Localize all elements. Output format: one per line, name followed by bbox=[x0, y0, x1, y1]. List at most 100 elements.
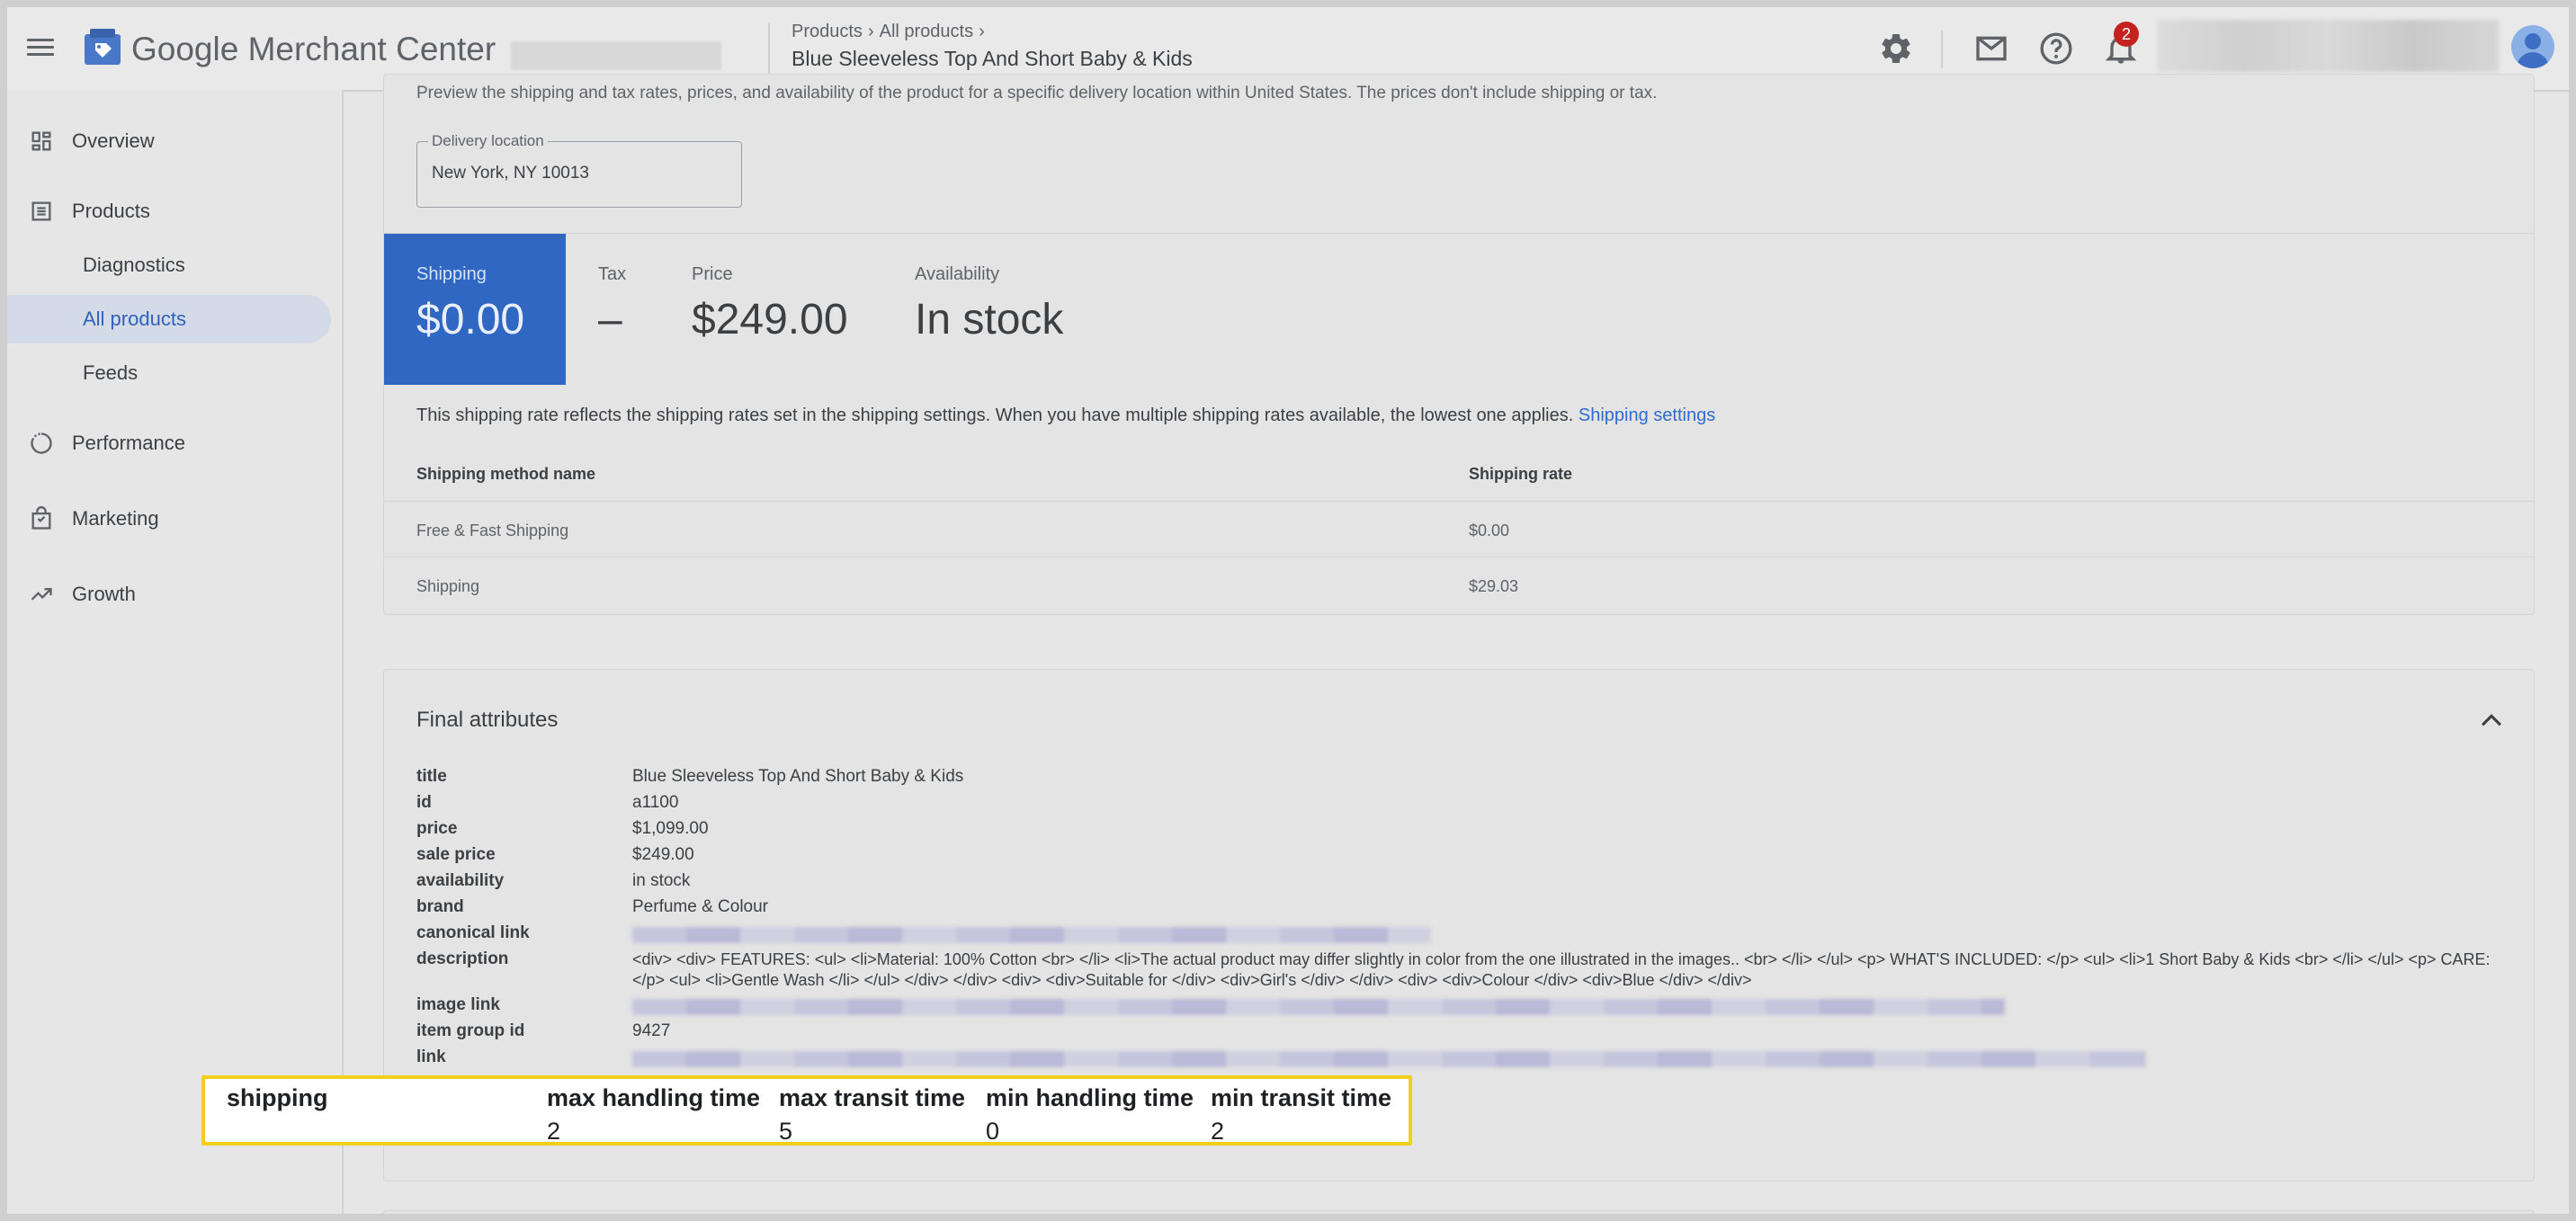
app-name: Google Merchant Center bbox=[131, 31, 496, 67]
avatar[interactable] bbox=[2511, 25, 2554, 68]
attribute-key: image link bbox=[416, 995, 500, 1014]
link-redacted[interactable] bbox=[632, 1051, 2145, 1067]
shipping-rate-note: This shipping rate reflects the shipping… bbox=[416, 406, 1715, 426]
table-row: Free & Fast Shipping $0.00 bbox=[384, 502, 2534, 557]
sidebar-item-performance[interactable]: Performance bbox=[7, 419, 331, 468]
attribute-key: sale price bbox=[416, 845, 496, 864]
attribute-value: a1100 bbox=[632, 793, 679, 812]
price-summary: Shipping $0.00 Tax – Price $249.00 Avail… bbox=[384, 233, 2534, 385]
sidebar-item-all-products[interactable]: All products bbox=[7, 295, 331, 343]
sidebar-item-label: Performance bbox=[72, 432, 185, 454]
callout-column: max transit time 5 bbox=[779, 1084, 965, 1145]
callout-value: 2 bbox=[547, 1118, 561, 1145]
notification-badge: 2 bbox=[2114, 22, 2139, 47]
chevron-up-icon[interactable] bbox=[2476, 706, 2507, 736]
attribute-value: $1,099.00 bbox=[632, 819, 709, 838]
sidebar-item-label: Feeds bbox=[83, 361, 139, 384]
merchant-center-logo bbox=[85, 29, 121, 65]
stat-value: $249.00 bbox=[692, 296, 848, 343]
callout-label: shipping bbox=[227, 1084, 327, 1112]
attribute-key: availability bbox=[416, 871, 505, 890]
header-divider bbox=[768, 23, 770, 74]
page-title: Blue Sleeveless Top And Short Baby & Kid… bbox=[792, 47, 1193, 70]
stat-shipping[interactable]: Shipping $0.00 bbox=[384, 234, 566, 385]
method-rate: $0.00 bbox=[1469, 521, 1510, 539]
attribute-value: Blue Sleeveless Top And Short Baby & Kid… bbox=[632, 767, 964, 786]
section-title: Final attributes bbox=[416, 708, 559, 732]
sidebar-item-products[interactable]: Products bbox=[7, 187, 331, 236]
sidebar-item-label: Overview bbox=[72, 129, 155, 152]
attribute-key: description bbox=[416, 949, 509, 968]
callout-header: max handling time bbox=[547, 1084, 761, 1111]
delivery-location-value: New York, NY 10013 bbox=[432, 164, 589, 183]
stat-label: Tax bbox=[598, 264, 627, 284]
sidebar-item-overview[interactable]: Overview bbox=[7, 117, 331, 165]
attribute-value: 9427 bbox=[632, 1021, 671, 1040]
callout-header: min transit time bbox=[1211, 1084, 1392, 1111]
header-divider-2 bbox=[1941, 31, 1943, 68]
rate-note-text: This shipping rate reflects the shipping… bbox=[416, 406, 1574, 425]
method-name: Free & Fast Shipping bbox=[416, 521, 569, 539]
table-row: Shipping $29.03 bbox=[384, 557, 2534, 612]
mail-icon[interactable] bbox=[1973, 31, 2009, 67]
canonical-link-redacted[interactable] bbox=[632, 927, 1431, 943]
callout-value: 0 bbox=[986, 1118, 1000, 1145]
list-icon bbox=[31, 201, 51, 221]
shipping-settings-link[interactable]: Shipping settings bbox=[1579, 406, 1715, 425]
gear-icon[interactable] bbox=[1878, 31, 1914, 67]
callout-column: max handling time 2 bbox=[547, 1084, 760, 1145]
callout-header: max transit time bbox=[779, 1084, 966, 1111]
attribute-key: link bbox=[416, 1047, 446, 1066]
callout-label-text: shipping bbox=[227, 1084, 328, 1111]
sidebar-item-label: Growth bbox=[72, 583, 136, 605]
attribute-key: title bbox=[416, 767, 447, 786]
user-info-redacted bbox=[2157, 20, 2499, 72]
attribute-value: $249.00 bbox=[632, 845, 694, 864]
main-content: Preview the shipping and tax rates, pric… bbox=[344, 74, 2569, 1214]
shipping-table-header: Shipping method name Shipping rate bbox=[384, 445, 2534, 502]
sidebar: Overview Products Diagnostics All produc… bbox=[7, 90, 344, 1214]
callout-header: min handling time bbox=[986, 1084, 1194, 1111]
breadcrumb-all-products[interactable]: All products bbox=[880, 22, 974, 41]
help-icon[interactable] bbox=[2038, 31, 2074, 67]
stat-value: $0.00 bbox=[416, 296, 525, 343]
performance-icon bbox=[31, 432, 52, 454]
attribute-key: item group id bbox=[416, 1021, 525, 1040]
account-selector-redacted[interactable] bbox=[511, 41, 721, 70]
method-rate: $29.03 bbox=[1469, 577, 1519, 595]
attribute-key: brand bbox=[416, 897, 464, 916]
dashboard-icon bbox=[31, 131, 51, 151]
image-link-redacted[interactable] bbox=[632, 999, 2005, 1015]
shipping-attribute-callout: shipping max handling time 2 max transit… bbox=[201, 1075, 1412, 1145]
attribute-key: price bbox=[416, 819, 458, 838]
column-header-rate: Shipping rate bbox=[1469, 465, 1573, 483]
sidebar-item-feeds[interactable]: Feeds bbox=[7, 349, 331, 397]
breadcrumb-products[interactable]: Products bbox=[792, 22, 863, 41]
column-header-method: Shipping method name bbox=[416, 465, 596, 483]
breadcrumb: Products › All products › bbox=[792, 22, 985, 41]
stat-value: – bbox=[598, 296, 622, 343]
stat-label: Shipping bbox=[416, 264, 487, 284]
sidebar-item-diagnostics[interactable]: Diagnostics bbox=[7, 241, 331, 290]
sidebar-item-marketing[interactable]: Marketing bbox=[7, 495, 331, 543]
sidebar-item-label: Products bbox=[72, 200, 150, 222]
delivery-location-label: Delivery location bbox=[428, 132, 548, 150]
app-window: Google Merchant Center Products › All prod… bbox=[7, 7, 2569, 1214]
sidebar-item-growth[interactable]: Growth bbox=[7, 570, 331, 619]
sidebar-item-label: Marketing bbox=[72, 507, 159, 530]
shopping-bag-icon bbox=[31, 506, 51, 530]
preview-description: Preview the shipping and tax rates, pric… bbox=[416, 84, 1658, 102]
callout-value: 5 bbox=[779, 1118, 793, 1145]
attribute-key: id bbox=[416, 793, 432, 812]
menu-icon[interactable] bbox=[27, 34, 54, 61]
attribute-value: Perfume & Colour bbox=[632, 897, 769, 916]
attribute-key: canonical link bbox=[416, 923, 530, 942]
callout-column: min handling time 0 bbox=[986, 1084, 1194, 1145]
delivery-location-field[interactable]: Delivery location New York, NY 10013 bbox=[416, 132, 742, 208]
stat-label: Price bbox=[692, 264, 733, 284]
method-name: Shipping bbox=[416, 577, 480, 595]
callout-value: 2 bbox=[1211, 1118, 1225, 1145]
next-card-edge bbox=[383, 1210, 2535, 1214]
attribute-value: in stock bbox=[632, 871, 691, 890]
shipping-preview-card: Preview the shipping and tax rates, pric… bbox=[383, 74, 2535, 615]
